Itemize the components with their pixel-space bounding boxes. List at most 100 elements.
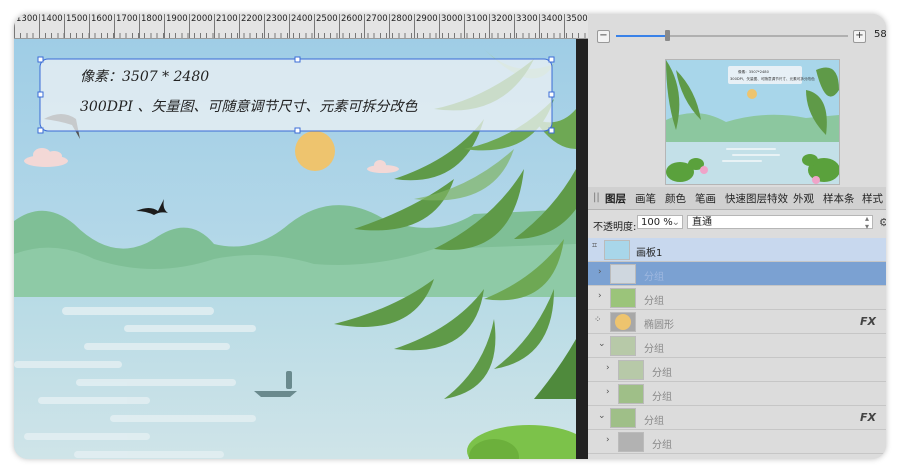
chevron-right-icon[interactable]: › (598, 291, 602, 301)
layer-row[interactable]: › 分组 (588, 382, 886, 406)
ruler-label: 2800 (391, 14, 413, 24)
blend-mode-value: 直通 (692, 217, 712, 228)
ruler-label: 2000 (191, 14, 213, 24)
zoom-out-button[interactable]: − (597, 30, 610, 43)
layer-row[interactable]: ⌄ 分组 FX (588, 406, 886, 430)
layer-thumbnail (610, 336, 636, 356)
layer-name: 分组 (644, 272, 664, 283)
layer-row-artboard[interactable]: ⌗ 画板1 (588, 238, 886, 262)
ruler-label: 1300 (16, 14, 38, 24)
panel-tabs: || 图层 画笔 颜色 笔画 快速图层特效 外观 样本条 样式 (588, 187, 886, 210)
layer-name: 分组 (652, 368, 672, 379)
stepper-icon: ▴ ▾ (864, 214, 869, 231)
chevron-down-icon: ⌄ (671, 217, 680, 228)
layer-thumbnail (618, 360, 644, 380)
layer-name: 椭圆形 (644, 320, 674, 331)
shape-icon: ⁘ (594, 315, 602, 325)
ruler-label: 3300 (516, 14, 538, 24)
layer-name: 分组 (644, 296, 664, 307)
ruler-label: 1500 (66, 14, 88, 24)
ruler-label: 1700 (116, 14, 138, 24)
layer-thumbnail (618, 432, 644, 452)
layer-name: 分组 (644, 416, 664, 427)
zoom-slider[interactable] (616, 30, 848, 41)
layer-name: 分组 (652, 392, 672, 403)
tab-styles[interactable]: 样式 (862, 191, 883, 206)
ruler-label: 2200 (241, 14, 263, 24)
ruler-label: 1900 (166, 14, 188, 24)
right-panel: − + 58 像素：3507*2480 300DPI、矢量图、可随意调节尺寸、元… (588, 14, 886, 459)
ruler-label: 3500 (566, 14, 588, 24)
tab-stroke[interactable]: 笔画 (695, 191, 716, 206)
blend-mode-select[interactable]: 直通 ▴ ▾ (687, 214, 873, 231)
ruler-label: 1400 (41, 14, 63, 24)
chevron-down-icon[interactable]: ⌄ (598, 411, 606, 421)
horizontal-ruler[interactable]: 1300 1400 1500 1600 1700 1800 1900 2000 … (14, 14, 588, 39)
ruler-label: 3100 (466, 14, 488, 24)
tab-appearance[interactable]: 外观 (793, 191, 814, 206)
layer-thumbnail (610, 312, 636, 332)
navigator-line2: 300DPI、矢量图、可随意调节尺寸、元素可拆分改色 (730, 76, 815, 81)
tab-quick-fx[interactable]: 快速图层特效 (725, 191, 788, 206)
zoom-in-button[interactable]: + (853, 30, 866, 43)
gear-icon[interactable]: ⚙ (879, 216, 886, 229)
tab-color[interactable]: 颜色 (665, 191, 686, 206)
tab-swatches[interactable]: 样本条 (823, 191, 855, 206)
layer-thumbnail (604, 240, 630, 260)
sun (295, 131, 335, 171)
artboard-icon: ⌗ (592, 241, 598, 251)
zoom-row: − + 58 (588, 24, 886, 48)
chevron-right-icon[interactable]: › (598, 267, 602, 277)
layer-thumbnail (610, 408, 636, 428)
zoom-slider-knob[interactable] (665, 30, 671, 41)
ruler-label: 3000 (441, 14, 463, 24)
fx-icon[interactable]: FX (860, 315, 876, 328)
ruler-label: 3400 (541, 14, 563, 24)
ruler-label: 2400 (291, 14, 313, 24)
zoom-slider-fill (616, 35, 668, 37)
artwork-line2: 300DPI 、矢量图、可随意调节尺寸、元素可拆分改色 (80, 99, 418, 115)
ruler-label: 2600 (341, 14, 363, 24)
ruler-label: 2700 (366, 14, 388, 24)
tab-brushes[interactable]: 画笔 (635, 191, 656, 206)
fx-icon[interactable]: FX (860, 411, 876, 424)
layer-name: 分组 (652, 440, 672, 451)
chevron-right-icon[interactable]: › (606, 387, 610, 397)
layer-row[interactable]: › 分组 (588, 358, 886, 382)
artwork-line1: 像素：3507 * 2480 (80, 69, 209, 85)
ruler-label: 2300 (266, 14, 288, 24)
ruler-label: 3200 (491, 14, 513, 24)
ruler-label: 1800 (141, 14, 163, 24)
panel-grip-icon[interactable]: || (593, 192, 600, 203)
layer-row[interactable]: › 分组 (588, 430, 886, 454)
ruler-label: 2500 (316, 14, 338, 24)
ruler-label: 1600 (91, 14, 113, 24)
opacity-value: 100 % (641, 217, 673, 228)
layer-thumbnail (610, 264, 636, 284)
opacity-row: 不透明度: 100 % ⌄ 直通 ▴ ▾ ⚙ (588, 212, 886, 234)
layer-thumbnail (610, 288, 636, 308)
tab-layers[interactable]: 图层 (605, 191, 626, 206)
chevron-right-icon[interactable]: › (606, 435, 610, 445)
layer-row[interactable]: ⌄ 分组 (588, 334, 886, 358)
zoom-value[interactable]: 58 (874, 29, 886, 40)
ruler-label: 2100 (216, 14, 238, 24)
layer-name: 画板1 (636, 248, 663, 259)
landscape-illustration: 像素：3507 * 2480 300DPI 、矢量图、可随意调节尺寸、元素可拆分… (14, 39, 576, 459)
artboard-canvas[interactable]: 像素：3507 * 2480 300DPI 、矢量图、可随意调节尺寸、元素可拆分… (14, 39, 576, 459)
navigator-thumbnail: 像素：3507*2480 300DPI、矢量图、可随意调节尺寸、元素可拆分改色 (666, 60, 839, 184)
navigator-line1: 像素：3507*2480 (738, 69, 770, 74)
chevron-right-icon[interactable]: › (606, 363, 610, 373)
chevron-down-icon[interactable]: ⌄ (598, 339, 606, 349)
opacity-input[interactable]: 100 % ⌄ (637, 215, 683, 229)
navigator-preview[interactable]: 像素：3507*2480 300DPI、矢量图、可随意调节尺寸、元素可拆分改色 (665, 59, 840, 185)
layer-thumbnail (618, 384, 644, 404)
canvas-divider (576, 39, 588, 459)
opacity-label: 不透明度: (593, 222, 637, 233)
ruler-label: 2900 (416, 14, 438, 24)
layer-row[interactable]: ⁘ 椭圆形 FX (588, 310, 886, 334)
app-window: 1300 1400 1500 1600 1700 1800 1900 2000 … (14, 14, 886, 459)
layer-row[interactable]: › 分组 (588, 286, 886, 310)
layer-name: 分组 (644, 344, 664, 355)
layer-row-selected[interactable]: › 分组 (588, 262, 886, 286)
